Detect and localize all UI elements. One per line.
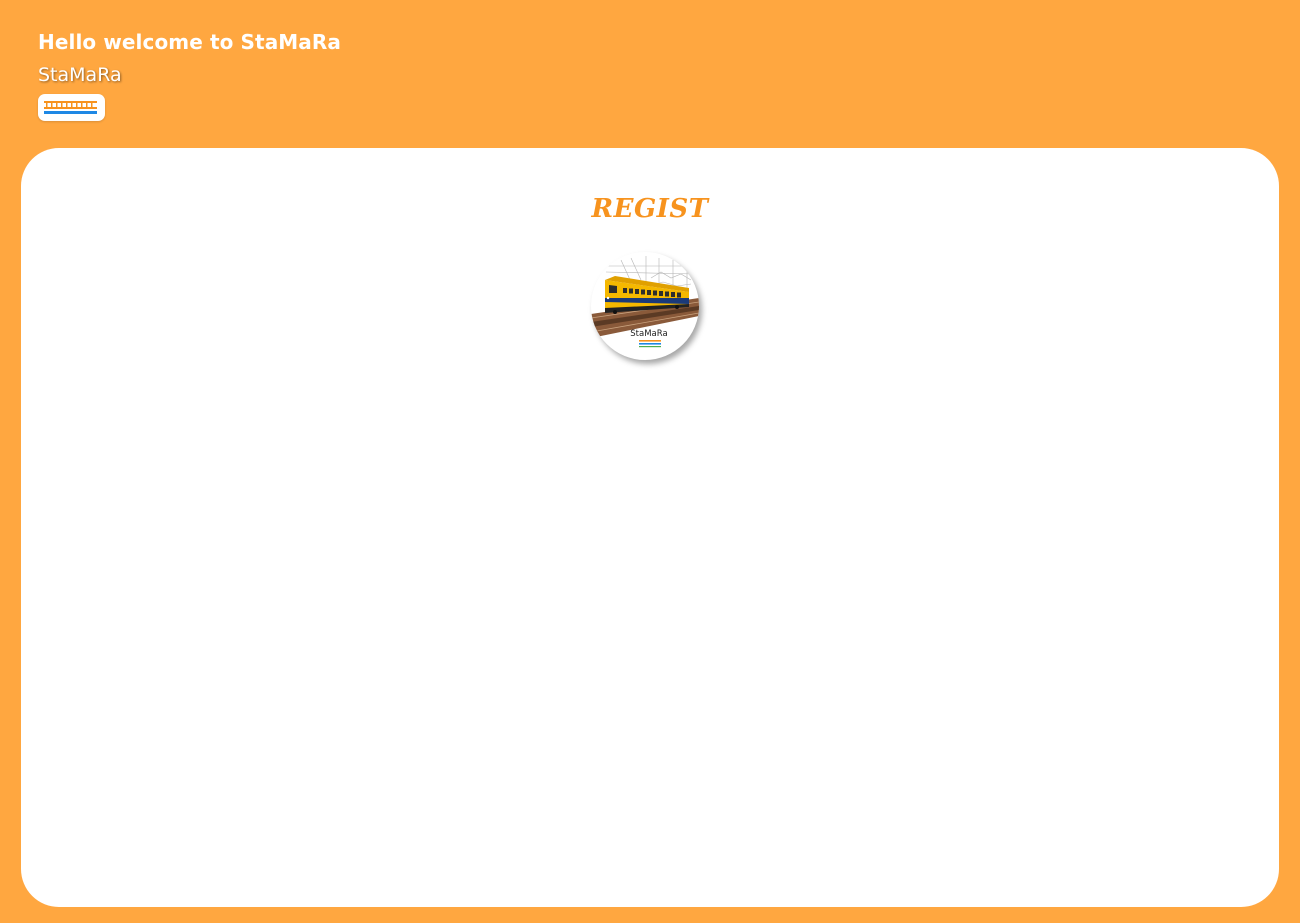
main-card: REGIST StaMaRa [21, 148, 1279, 907]
brand-name: StaMaRa [38, 64, 122, 86]
welcome-heading: Hello welcome to StaMaRa [38, 30, 341, 54]
logo-label: StaMaRa [630, 329, 667, 339]
page-title: REGIST [591, 194, 709, 224]
rail-track-icon[interactable] [38, 94, 105, 121]
train-logo-graphic: StaMaRa [591, 256, 699, 348]
header: Hello welcome to StaMaRa StaMaRa [38, 28, 341, 88]
train-logo-icon: StaMaRa [591, 252, 699, 360]
rail-track-icon-graphic [44, 101, 97, 114]
